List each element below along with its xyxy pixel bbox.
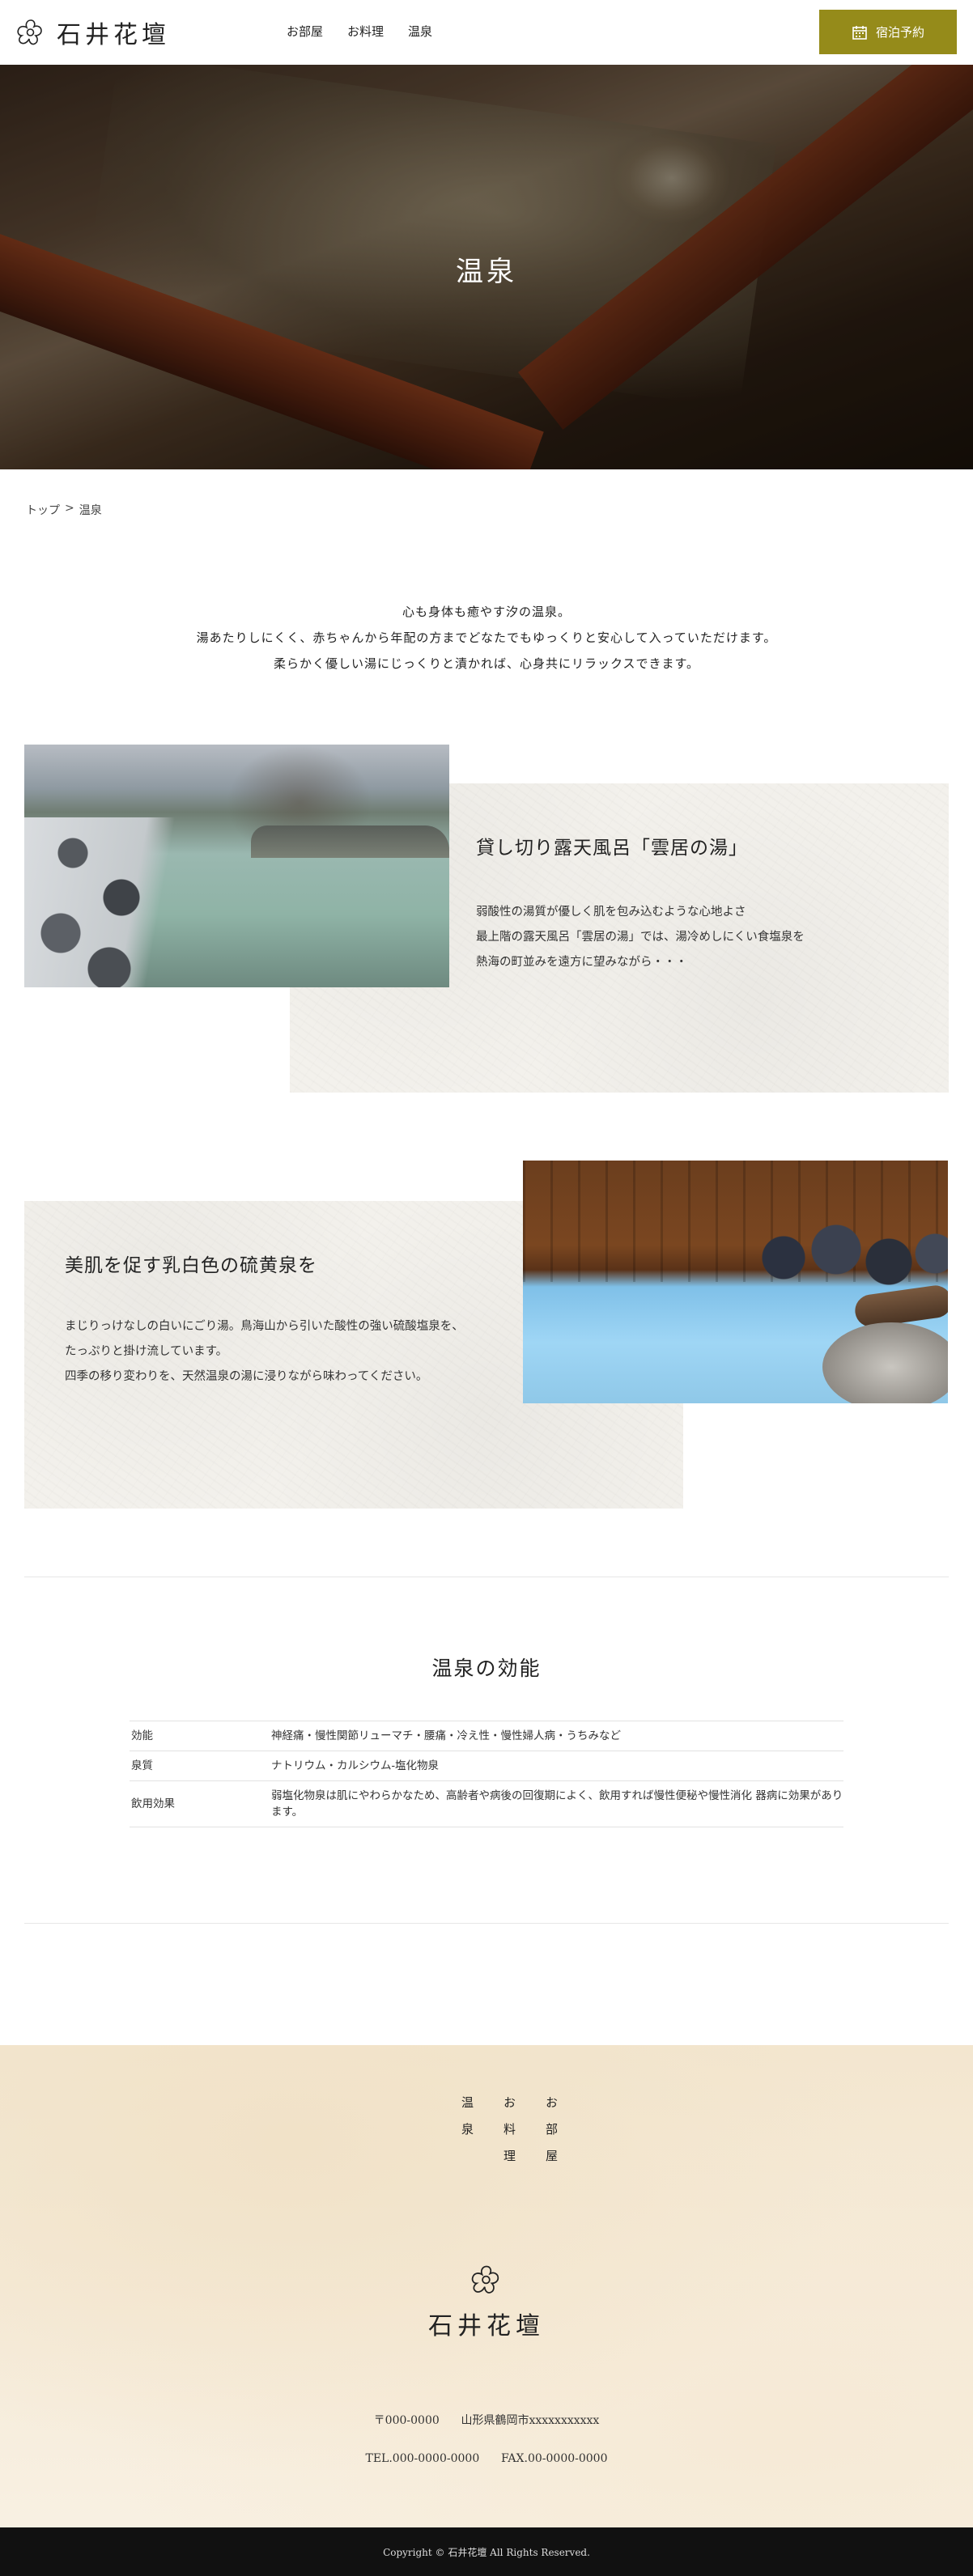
calendar-icon (852, 25, 867, 40)
table-row: 飲用効果 弱塩化物泉は肌にやわらかなため、高齢者や病後の回復期によく、飲用すれば… (130, 1780, 843, 1827)
site-logo[interactable]: 石井花壇 (15, 15, 170, 50)
breadcrumb-separator: > (65, 502, 74, 515)
hero-image: 温泉 (0, 65, 973, 469)
postal-code: 〒000-0000 (373, 2414, 440, 2427)
footer-nav-cuisine[interactable]: お料理 (476, 2096, 518, 2176)
flower-logo-icon (471, 2265, 499, 2294)
flower-logo-icon (17, 19, 42, 45)
tel: TEL.000-0000-0000 (365, 2452, 480, 2465)
feature-line: 弱酸性の湯質が優しく肌を包み込むような心地よさ (476, 906, 746, 919)
row-key: 効能 (130, 1721, 271, 1751)
row-value: 神経痛・慢性関節リューマチ・腰痛・冷え性・慢性婦人病・うちみなど (271, 1721, 843, 1751)
feature-line: たっぷりと掛け流しています。 (65, 1345, 228, 1358)
footer-nav: 温泉 お料理 お部屋 (434, 2096, 560, 2176)
footer-logo-text: 石井花壇 (428, 2312, 545, 2340)
row-value: 弱塩化物泉は肌にやわらかなため、高齢者や病後の回復期によく、飲用すれば慢性便秘や… (271, 1780, 843, 1827)
feature-line: まじりっけなしの白いにごり湯。鳥海山から引いた酸性の強い硫酸塩泉を、 (65, 1320, 464, 1333)
address: 山形県鶴岡市xxxxxxxxxxx (461, 2414, 600, 2427)
breadcrumb-home-link[interactable]: トップ (26, 502, 60, 518)
reserve-label: 宿泊予約 (875, 25, 924, 40)
sulfur-bath-photo (523, 1161, 948, 1403)
outdoor-bath-photo (24, 745, 449, 987)
page-title: 温泉 (456, 256, 517, 288)
efficacy-table: 効能 神経痛・慢性関節リューマチ・腰痛・冷え性・慢性婦人病・うちみなど 泉質 ナ… (130, 1721, 843, 1827)
copyright: Copyright © 石井花壇 All Rights Reserved. (0, 2527, 973, 2576)
row-key: 泉質 (130, 1751, 271, 1781)
feature-description: 弱酸性の湯質が優しく肌を包み込むような心地よさ 最上階の露天風呂「雲居の湯」では… (476, 900, 805, 975)
intro-line: 湯あたりしにくく、赤ちゃんから年配の方までどなたでもゆっくりと安心して入っていた… (196, 630, 777, 645)
feature-line: 最上階の露天風呂「雲居の湯」では、湯冷めしにくい食塩泉を (476, 931, 805, 944)
efficacy-title: 温泉の効能 (431, 1657, 542, 1680)
breadcrumb: トップ > 温泉 (26, 502, 102, 518)
feature-line: 熱海の町並みを遠方に望みながら・・・ (476, 956, 687, 969)
feature-title: 貸し切り露天風呂「雲居の湯」 (476, 838, 748, 859)
table-row: 泉質 ナトリウム・カルシウム-塩化物泉 (130, 1751, 843, 1781)
logo-text: 石井花壇 (57, 21, 170, 49)
row-value: ナトリウム・カルシウム-塩化物泉 (271, 1751, 843, 1781)
nav-item-rooms[interactable]: お部屋 (287, 23, 323, 40)
feature-title: 美肌を促す乳白色の硫黄泉を (65, 1255, 317, 1276)
footer-address: 〒000-0000 山形県鶴岡市xxxxxxxxxxx (0, 2412, 973, 2428)
feature-line: 四季の移り変わりを、天然温泉の湯に浸りながら味わってください。 (65, 1370, 428, 1383)
fax: FAX.00-0000-0000 (500, 2452, 608, 2465)
nav-item-cuisine[interactable]: お料理 (347, 23, 384, 40)
reserve-button[interactable]: 宿泊予約 (819, 10, 957, 54)
intro-line: 柔らかく優しい湯にじっくりと漬かれば、心身共にリラックスできます。 (273, 656, 700, 671)
feature-description: まじりっけなしの白いにごり湯。鳥海山から引いた酸性の強い硫酸塩泉を、 たっぷりと… (65, 1314, 464, 1390)
footer-nav-onsen[interactable]: 温泉 (434, 2096, 476, 2176)
breadcrumb-current: 温泉 (79, 504, 102, 517)
divider (24, 1923, 949, 1924)
site-header: 石井花壇 お部屋 お料理 温泉 宿泊予約 (0, 0, 973, 65)
main-nav: お部屋 お料理 温泉 (287, 23, 432, 40)
footer-nav-rooms[interactable]: お部屋 (518, 2096, 560, 2176)
footer-contact: TEL.000-0000-0000 FAX.00-0000-0000 (0, 2452, 973, 2465)
table-row: 効能 神経痛・慢性関節リューマチ・腰痛・冷え性・慢性婦人病・うちみなど (130, 1721, 843, 1751)
footer-logo[interactable]: 石井花壇 (0, 2262, 973, 2341)
intro-line: 心も身体も癒やす汐の温泉。 (402, 605, 571, 619)
nav-item-onsen[interactable]: 温泉 (408, 23, 432, 40)
row-key: 飲用効果 (130, 1780, 271, 1827)
intro-text: 心も身体も癒やす汐の温泉。 湯あたりしにくく、赤ちゃんから年配の方までどなたでも… (0, 599, 973, 677)
